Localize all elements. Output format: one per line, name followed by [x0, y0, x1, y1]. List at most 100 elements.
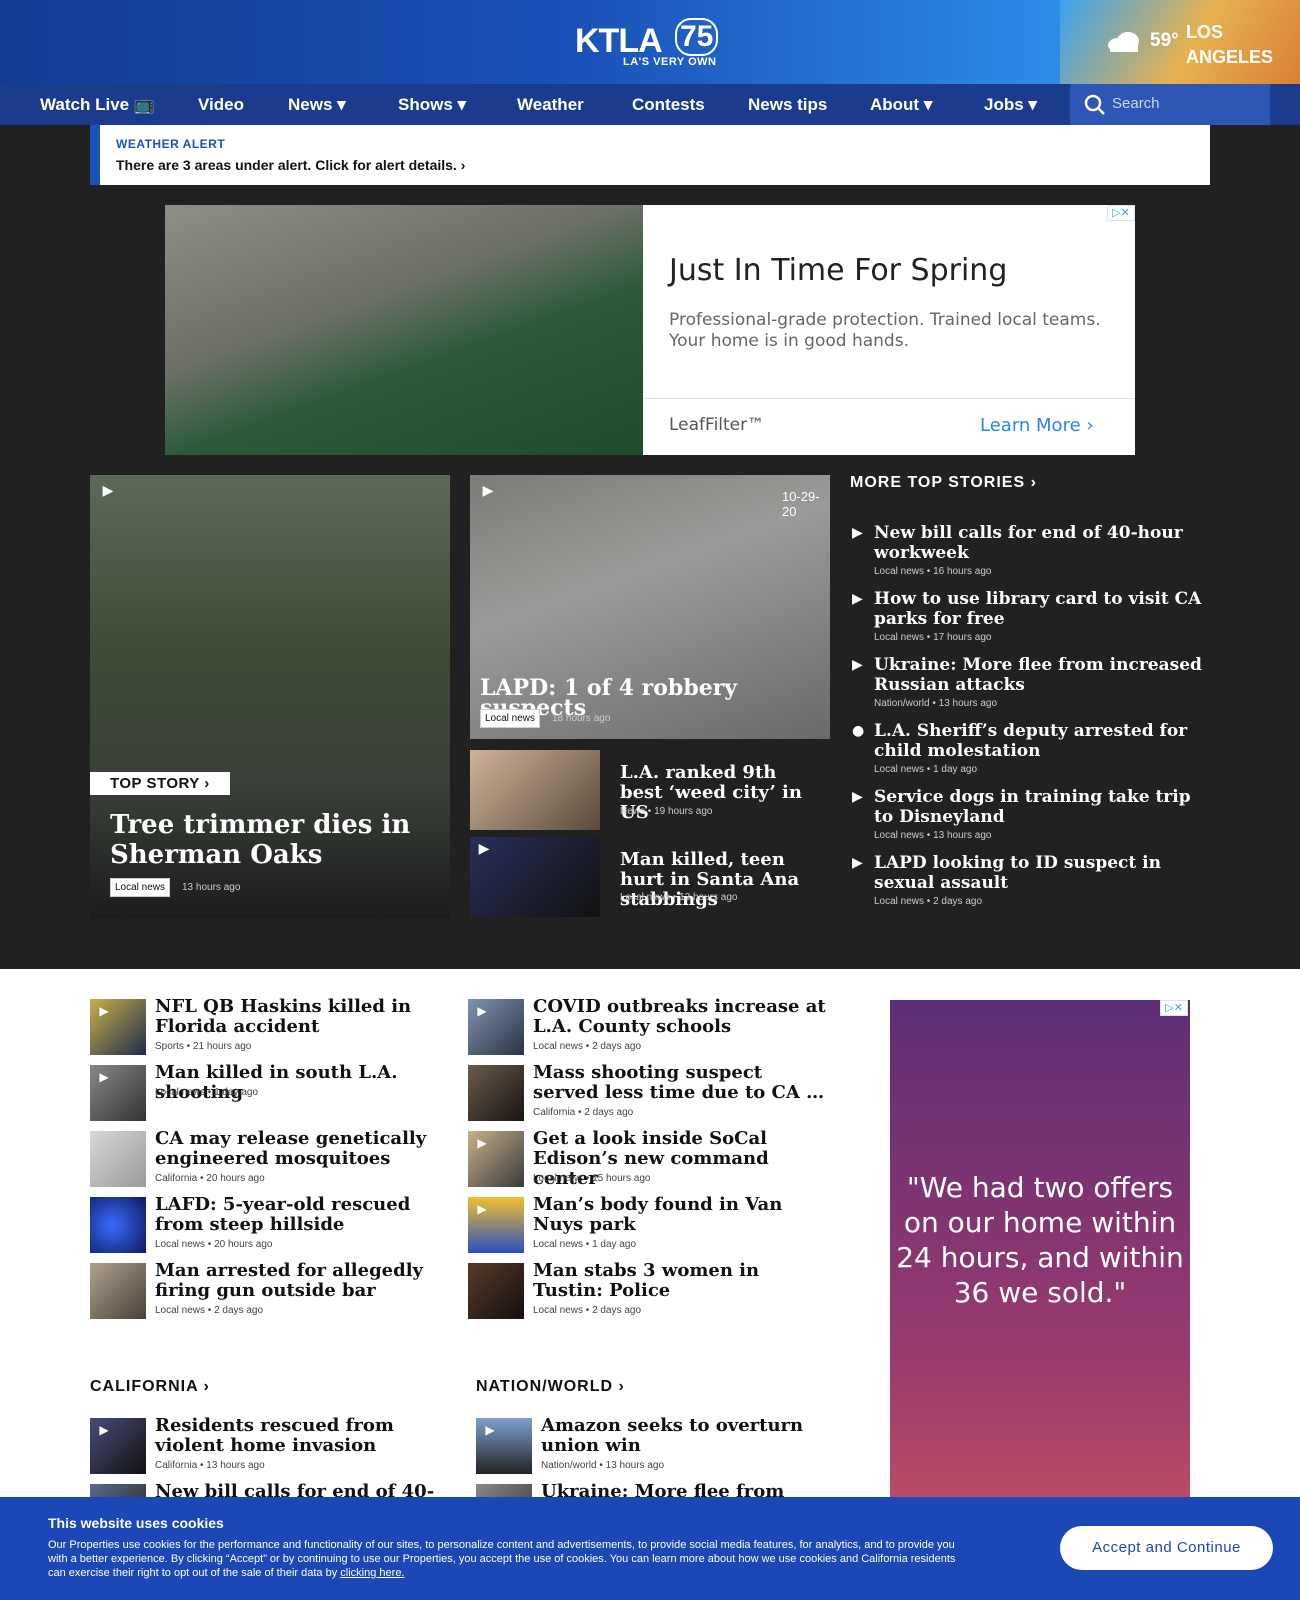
- list-item[interactable]: ▶ Man’s body found in Van Nuys park Loca…: [468, 1195, 830, 1255]
- story-title[interactable]: How to use library card to visit CA park…: [874, 589, 1204, 629]
- ad-learn-more-button[interactable]: Learn More ›: [980, 415, 1094, 436]
- story-thumbnail: ▶: [468, 1197, 524, 1253]
- play-icon: ▶: [99, 1423, 109, 1437]
- story-meta: Local news • 16 hours ago: [874, 566, 992, 577]
- nation-world-section-heading[interactable]: NATION/WORLD ›: [476, 1378, 625, 1396]
- ad-image: [165, 205, 643, 455]
- nav-weather[interactable]: Weather: [517, 95, 584, 115]
- list-item[interactable]: ▶ Residents rescued from violent home in…: [90, 1416, 450, 1476]
- list-item[interactable]: LAFD: 5-year-old rescued from steep hill…: [90, 1195, 450, 1255]
- ktla-logo[interactable]: KTLA 75 LA'S VERY OWN: [575, 18, 725, 70]
- story-title[interactable]: Man stabs 3 women in Tustin: Police: [533, 1261, 830, 1301]
- story-meta: Local news • 15 hours ago: [533, 1173, 651, 1184]
- story-meta: California • 20 hours ago: [155, 1173, 265, 1184]
- play-icon: ▶: [478, 841, 490, 857]
- story-title[interactable]: Amazon seeks to overturn union win: [541, 1416, 836, 1456]
- ad-choices-icon[interactable]: ▷✕: [1160, 1000, 1188, 1016]
- cloudy-weather-icon: [1108, 32, 1139, 52]
- ad-brand: LeafFilter™: [669, 415, 765, 435]
- list-item[interactable]: Mass shooting suspect served less time d…: [468, 1063, 830, 1123]
- story-title[interactable]: Mass shooting suspect served less time d…: [533, 1063, 830, 1103]
- list-item[interactable]: Man arrested for allegedly firing gun ou…: [90, 1261, 450, 1321]
- list-item[interactable]: ▶ COVID outbreaks increase at L.A. Count…: [468, 997, 830, 1057]
- search-input[interactable]: Search: [1070, 84, 1270, 125]
- top-story-category[interactable]: Local news: [110, 878, 171, 897]
- nav-watch-live[interactable]: Watch Live 📺: [40, 95, 155, 115]
- list-item[interactable]: ▶ Get a look inside SoCal Edison’s new c…: [468, 1129, 830, 1189]
- story-title[interactable]: Man arrested for allegedly firing gun ou…: [155, 1261, 450, 1301]
- story-meta: Nation/world • 13 hours ago: [541, 1460, 665, 1471]
- story-title[interactable]: CA may release genetically engineered mo…: [155, 1129, 450, 1169]
- play-icon: ▶: [477, 1004, 487, 1018]
- cookie-opt-out-link[interactable]: clicking here.: [340, 1567, 404, 1579]
- story-title[interactable]: Residents rescued from violent home inva…: [155, 1416, 450, 1456]
- bullet-icon: ●: [852, 723, 865, 739]
- play-icon: ▶: [852, 789, 863, 805]
- story-meta: Local news • 20 hours ago: [155, 1239, 273, 1250]
- story-title[interactable]: New bill calls for end of 40-hour workwe…: [874, 523, 1204, 563]
- story-title[interactable]: NFL QB Haskins killed in Florida acciden…: [155, 997, 450, 1037]
- play-icon: ▶: [99, 1004, 109, 1018]
- story-thumbnail: ▶: [468, 999, 524, 1055]
- feature-story-category[interactable]: Local news: [480, 709, 541, 728]
- play-icon: ▶: [477, 1136, 487, 1150]
- story-thumbnail: ▶: [90, 1418, 146, 1474]
- alert-title: WEATHER ALERT: [116, 137, 226, 151]
- play-icon: ▶: [852, 855, 863, 871]
- nav-jobs[interactable]: Jobs ▾: [984, 95, 1037, 115]
- list-item[interactable]: ▶ Man killed in south L.A. shooting Loca…: [90, 1063, 450, 1123]
- logo-years-number: 75: [675, 18, 719, 56]
- side-story-meta: News • 19 hours ago: [620, 806, 713, 817]
- story-title[interactable]: L.A. Sheriff’s deputy arrested for child…: [874, 721, 1210, 761]
- play-icon: ▶: [99, 1070, 109, 1084]
- list-item[interactable]: Man stabs 3 women in Tustin: Police Loca…: [468, 1261, 830, 1321]
- list-item[interactable]: CA may release genetically engineered mo…: [90, 1129, 450, 1189]
- story-meta: Local news • 2 days ago: [155, 1305, 264, 1316]
- nav-contests[interactable]: Contests: [632, 95, 705, 115]
- weather-city: LOS ANGELES: [1186, 22, 1274, 67]
- feature-story-time: 18 hours ago: [552, 713, 611, 724]
- story-title[interactable]: Ukraine: More flee from increased Russia…: [874, 655, 1204, 695]
- story-title[interactable]: LAPD looking to ID suspect in sexual ass…: [874, 853, 1204, 893]
- play-icon: ▶: [102, 483, 114, 499]
- story-meta: Local news • 1 day ago: [155, 1087, 259, 1098]
- story-thumbnail: [90, 1197, 146, 1253]
- accept-cookies-button[interactable]: Accept and Continue: [1060, 1526, 1273, 1570]
- top-story-card[interactable]: ▶ TOP STORY › Tree trimmer dies in Sherm…: [90, 475, 450, 919]
- play-icon: ▶: [852, 525, 863, 541]
- top-story-title[interactable]: Tree trimmer dies in Sherman Oaks: [110, 810, 430, 870]
- side-story-meta: Local news • 13 hours ago: [620, 892, 738, 903]
- list-item[interactable]: ▶ Amazon seeks to overturn union win Nat…: [476, 1416, 836, 1476]
- story-title[interactable]: COVID outbreaks increase at L.A. County …: [533, 997, 830, 1037]
- banner-ad[interactable]: Just In Time For Spring Professional-gra…: [165, 205, 1135, 455]
- story-meta: Sports • 21 hours ago: [155, 1041, 252, 1052]
- cookie-title: This website uses cookies: [48, 1515, 224, 1531]
- story-thumbnail: ▶: [476, 1418, 532, 1474]
- nav-about[interactable]: About ▾: [870, 95, 932, 115]
- california-section-heading[interactable]: CALIFORNIA ›: [90, 1378, 210, 1396]
- nav-video[interactable]: Video: [198, 95, 244, 115]
- story-title[interactable]: Service dogs in training take trip to Di…: [874, 787, 1204, 827]
- feature-story-card[interactable]: ▶ 10-29-20 LAPD: 1 of 4 robbery suspects…: [470, 475, 830, 739]
- stabbing-story-thumbnail[interactable]: ▶: [470, 837, 600, 917]
- story-title[interactable]: LAFD: 5-year-old rescued from steep hill…: [155, 1195, 450, 1235]
- cookie-text: Our Properties use cookies for the perfo…: [48, 1539, 956, 1579]
- story-meta: Local news • 2 days ago: [874, 896, 983, 907]
- weed-story-thumbnail[interactable]: [470, 750, 600, 830]
- story-meta: Nation/world • 13 hours ago: [874, 698, 998, 709]
- story-thumbnail: ▶: [468, 1131, 524, 1187]
- nav-news-tips[interactable]: News tips: [748, 95, 827, 115]
- nav-shows[interactable]: Shows ▾: [398, 95, 466, 115]
- video-timestamp-overlay: 10-29-20: [782, 489, 820, 519]
- story-meta: California • 13 hours ago: [155, 1460, 265, 1471]
- story-meta: Local news • 17 hours ago: [874, 632, 992, 643]
- more-top-stories-heading[interactable]: MORE TOP STORIES ›: [850, 474, 1037, 492]
- list-item[interactable]: ▶ NFL QB Haskins killed in Florida accid…: [90, 997, 450, 1057]
- story-title[interactable]: Man’s body found in Van Nuys park: [533, 1195, 830, 1235]
- nav-news[interactable]: News ▾: [288, 95, 346, 115]
- weather-alert-banner[interactable]: WEATHER ALERT There are 3 areas under al…: [90, 125, 1210, 185]
- top-story-tag[interactable]: TOP STORY ›: [90, 772, 230, 795]
- search-placeholder: Search: [1112, 95, 1160, 112]
- top-story-time: 13 hours ago: [182, 882, 241, 893]
- ad-choices-icon[interactable]: ▷✕: [1107, 205, 1135, 221]
